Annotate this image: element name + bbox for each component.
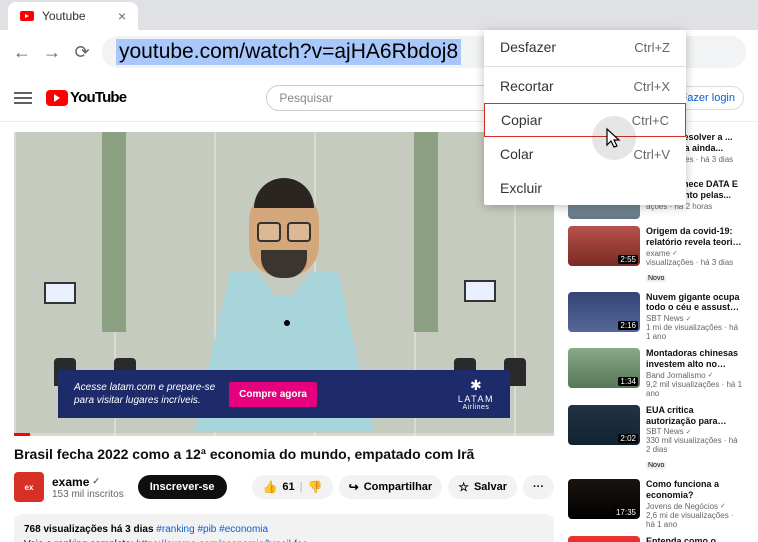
description-box[interactable]: 768 visualizações há 3 dias #ranking #pi… [14, 514, 554, 542]
rec-title: Montadoras chinesas investem alto no Bra… [646, 348, 744, 370]
channel-avatar[interactable]: ex [14, 472, 44, 502]
rec-channel: SBT News ✓ [646, 427, 744, 436]
ctx-copy[interactable]: Copiar Ctrl+C [484, 103, 686, 137]
youtube-logo-text: YouTube [70, 89, 126, 106]
rec-meta: 2,6 mi de visualizações · há 1 ano [646, 511, 744, 529]
reload-button[interactable]: ⟳ [72, 42, 92, 62]
ad-cta-button[interactable]: Compre agora [229, 382, 317, 407]
ctx-separator [484, 66, 686, 67]
youtube-play-icon [46, 90, 68, 106]
new-badge: Novo [646, 462, 666, 469]
youtube-favicon-icon [20, 11, 34, 21]
video-title: Brasil fecha 2022 como a 12ª economia do… [14, 446, 554, 462]
recommendation-item[interactable]: Origem da covid-19: relatório revela teo… [568, 226, 744, 285]
rec-meta: 9,2 mil visualizações · há 1 ano [646, 380, 744, 398]
verified-icon: ✓ [92, 476, 100, 487]
subscribe-button[interactable]: Inscrever-se [138, 475, 227, 499]
ad-text: Acesse latam.com e prepare-separa visita… [74, 381, 215, 407]
video-thumbnail[interactable] [568, 536, 640, 542]
hamburger-menu-icon[interactable] [14, 92, 32, 104]
save-button[interactable]: ☆Salvar [448, 475, 517, 499]
video-thumbnail[interactable] [568, 348, 640, 388]
tab-close-button[interactable]: × [118, 8, 126, 24]
video-player[interactable]: exaAGO Acesse latam.com e prepare-separa… [14, 132, 554, 436]
view-count: 768 visualizações há 3 dias [24, 524, 154, 535]
video-thumbnail[interactable] [568, 292, 640, 332]
context-menu: Desfazer Ctrl+Z Recortar Ctrl+X Copiar C… [484, 30, 686, 205]
thumbs-up-icon: 👍 [262, 480, 277, 494]
rec-title: Nuvem gigante ocupa todo o céu e assusta… [646, 292, 744, 314]
ctx-paste[interactable]: Colar Ctrl+V [484, 137, 686, 171]
rec-channel: SBT News ✓ [646, 314, 744, 323]
rec-channel: exame ✓ [646, 249, 744, 258]
latam-logo-icon: LATAMAirlines [458, 377, 494, 411]
video-thumbnail[interactable] [568, 479, 640, 519]
ad-overlay-banner[interactable]: Acesse latam.com e prepare-separa visita… [58, 370, 510, 418]
cursor-icon [592, 116, 636, 160]
rec-title: EUA critica autorização para navios de g… [646, 405, 744, 427]
main-column: exaAGO Acesse latam.com e prepare-separa… [14, 132, 554, 542]
share-button[interactable]: ↪Compartilhar [339, 475, 443, 499]
rec-meta: 330 mil visualizações · há 2 dias [646, 436, 744, 454]
rec-title: Entenda como o YouTube impacta a economi… [646, 536, 744, 542]
hashtags[interactable]: #ranking #pib #economia [154, 524, 269, 535]
rec-meta: 1 mi de visualizações · há 1 ano [646, 323, 744, 341]
recommendation-item[interactable]: Entenda como o YouTube impacta a economi… [568, 536, 744, 542]
channel-name[interactable]: exame✓ [52, 475, 124, 489]
recommendation-item[interactable]: Montadoras chinesas investem alto no Bra… [568, 348, 744, 398]
rec-title: Origem da covid-19: relatório revela teo… [646, 226, 744, 248]
tab-title: Youtube [42, 9, 86, 23]
recommendation-item[interactable]: Nuvem gigante ocupa todo o céu e assusta… [568, 292, 744, 342]
video-meta-row: ex exame✓ 153 mil inscritos Inscrever-se… [14, 472, 554, 502]
forward-button[interactable]: → [42, 42, 62, 62]
video-thumbnail[interactable] [568, 226, 640, 266]
recommendation-item[interactable]: Como funciona a economia? Jovens de Negó… [568, 479, 744, 529]
share-icon: ↪ [349, 480, 359, 494]
youtube-logo[interactable]: YouTube [46, 89, 126, 106]
ctx-cut[interactable]: Recortar Ctrl+X [484, 69, 686, 103]
rec-title: Como funciona a economia? [646, 479, 744, 501]
ctx-undo[interactable]: Desfazer Ctrl+Z [484, 30, 686, 64]
video-thumbnail[interactable] [568, 405, 640, 445]
progress-bar[interactable] [14, 433, 554, 436]
url-text[interactable]: youtube.com/watch?v=ajHA6Rbdoj8 [116, 39, 461, 65]
browser-tab[interactable]: Youtube × [8, 2, 138, 30]
ctx-delete[interactable]: Excluir [484, 171, 686, 205]
back-button[interactable]: ← [12, 42, 32, 62]
bookmark-icon: ☆ [458, 480, 469, 494]
channel-subs: 153 mil inscritos [52, 489, 124, 500]
like-button[interactable]: 👍61|👎 [252, 475, 332, 499]
thumbs-down-icon[interactable]: 👎 [308, 480, 323, 494]
rec-channel: Band Jornalismo ✓ [646, 371, 744, 380]
browser-tab-strip: Youtube × [0, 0, 758, 30]
more-actions-button[interactable]: ··· [523, 475, 554, 499]
recommendation-item[interactable]: EUA critica autorização para navios de g… [568, 405, 744, 473]
new-badge: Novo [646, 275, 666, 282]
rec-meta: visualizações · há 3 dias [646, 258, 744, 267]
rec-channel: Jovens de Negócios ✓ [646, 502, 744, 511]
